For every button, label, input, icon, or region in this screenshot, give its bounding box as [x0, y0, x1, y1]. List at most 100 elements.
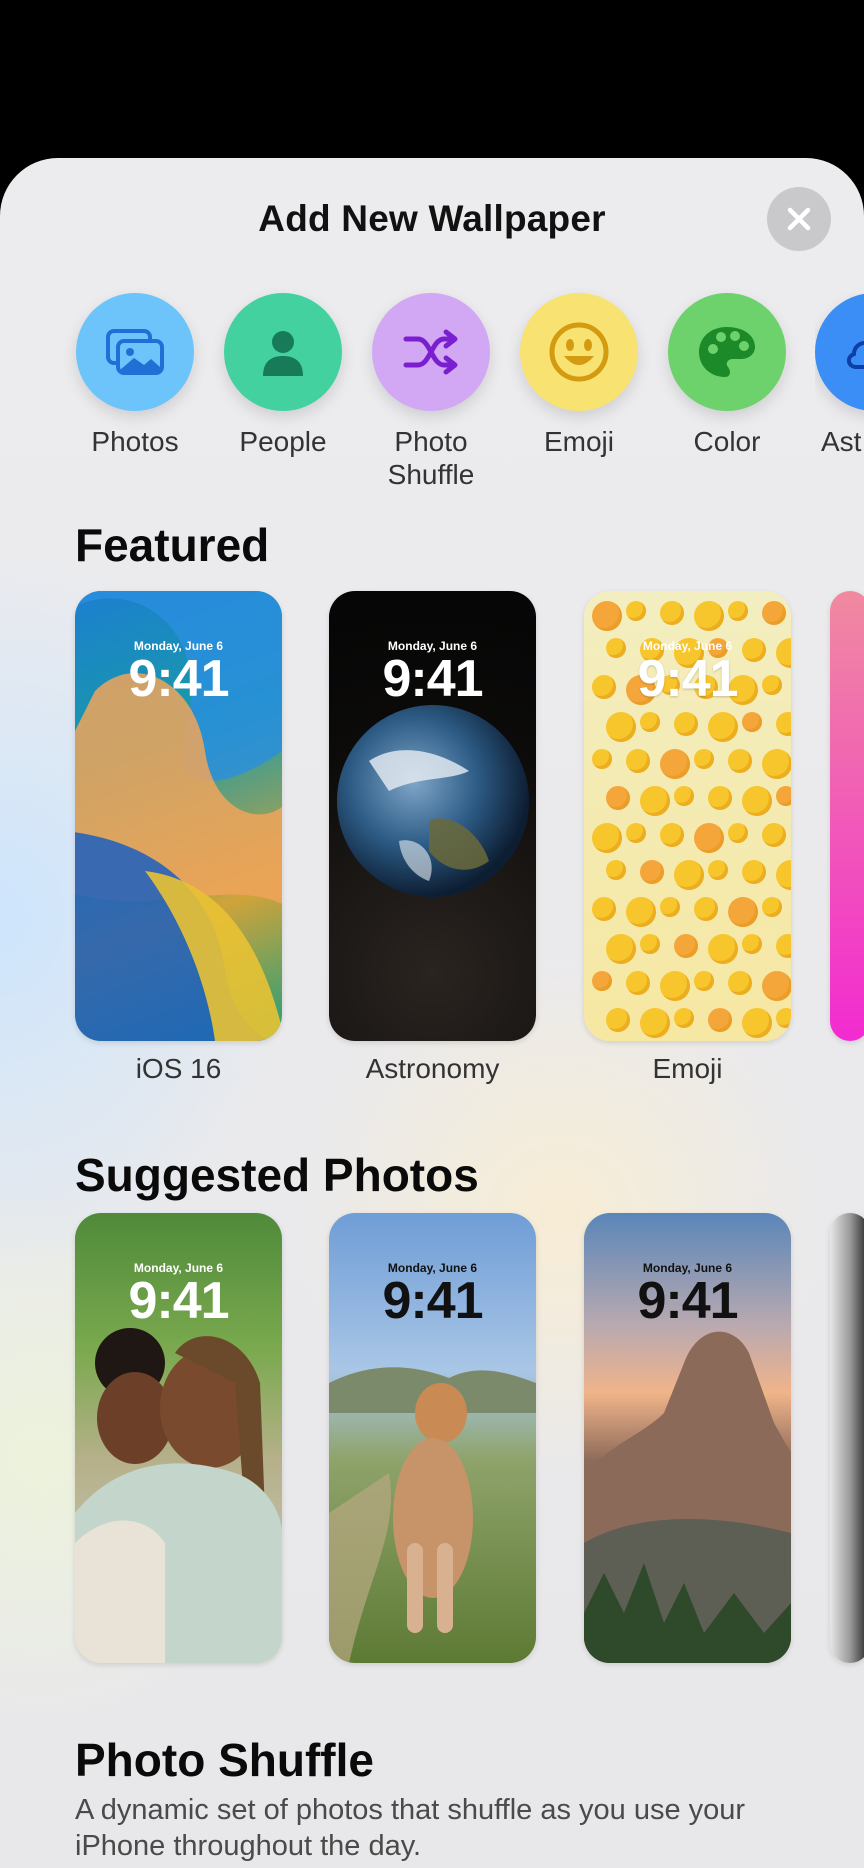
emoji-face-icon [728, 601, 748, 621]
emoji-face-icon [776, 786, 791, 806]
emoji-face-icon [762, 897, 782, 917]
emoji-face-icon [694, 971, 714, 991]
emoji-face-icon [708, 712, 738, 742]
emoji-face-icon [674, 860, 704, 890]
wallpaper-caption: iOS 16 [135, 1053, 222, 1084]
wallpaper-astronomy[interactable]: Monday, June 6 9:41 [329, 591, 536, 1041]
category-people[interactable]: People [223, 293, 343, 458]
shuffle-icon [372, 293, 490, 411]
category-color[interactable]: Color [667, 293, 787, 458]
emoji-face-icon [660, 749, 690, 779]
emoji-face-icon [742, 934, 762, 954]
featured-heading: Featured [75, 519, 270, 571]
emoji-face-icon [640, 1008, 670, 1038]
emoji-face-icon [742, 712, 762, 732]
lock-time: 9:41 [128, 650, 229, 708]
emoji-face-icon [694, 601, 724, 631]
emoji-face-icon [674, 934, 698, 958]
category-emoji[interactable]: Emoji [519, 293, 639, 458]
wallpaper-emoji[interactable]: Monday, June 6 9:41 [584, 591, 791, 1041]
emoji-face-icon [606, 712, 636, 742]
emoji-face-icon [776, 934, 791, 958]
wallpaper-partial[interactable] [830, 591, 864, 1041]
photo-shuffle-heading: Photo Shuffle [75, 1734, 374, 1786]
lock-time: 9:41 [128, 1272, 229, 1330]
emoji-face-icon [626, 897, 656, 927]
wallpaper-caption: Emoji [652, 1053, 723, 1084]
emoji-face-icon [606, 786, 630, 810]
emoji-face-icon [674, 1008, 694, 1028]
palette-icon [668, 293, 786, 411]
sheet-title: Add New Wallpaper [258, 198, 606, 239]
emoji-face-icon [606, 1008, 630, 1032]
emoji-face-icon [640, 934, 660, 954]
category-label: Emoji [543, 426, 614, 457]
close-button[interactable] [767, 187, 831, 251]
wallpaper-ios16[interactable]: Monday, June 6 9:41 [75, 591, 282, 1041]
lock-time: 9:41 [382, 1272, 483, 1330]
emoji-face-icon [626, 749, 650, 773]
emoji-face-icon [762, 823, 786, 847]
emoji-face-icon [626, 971, 650, 995]
add-wallpaper-sheet: Add New Wallpaper Photos People Photo Sh… [0, 158, 864, 1868]
category-label: People [239, 426, 327, 457]
category-label: Photos [91, 426, 179, 457]
suggested-heading: Suggested Photos [75, 1149, 479, 1201]
emoji-face-icon [592, 601, 622, 631]
emoji-face-icon [708, 1008, 732, 1032]
photo-shuffle-description: A dynamic set of photos that shuffle as … [75, 1794, 746, 1862]
emoji-face-icon [742, 1008, 772, 1038]
category-photo-shuffle[interactable]: Photo Shuffle [371, 293, 491, 491]
suggested-photo-people[interactable]: Monday, June 6 9:41 [75, 1213, 282, 1663]
cloud-icon [815, 293, 864, 411]
category-label: Ast [821, 426, 862, 457]
emoji-face-icon [660, 601, 684, 625]
person-icon [224, 293, 342, 411]
emoji-face-icon [592, 971, 612, 991]
emoji-face-icon [592, 823, 622, 853]
emoji-face-icon [762, 601, 786, 625]
emoji-face-icon [674, 712, 698, 736]
suggested-photo-partial[interactable] [830, 1213, 864, 1663]
lock-time: 9:41 [637, 1272, 738, 1330]
emoji-face-icon [640, 786, 670, 816]
emoji-face-icon [694, 897, 718, 921]
emoji-face-icon [606, 860, 626, 880]
category-label: Photo Shuffle [387, 426, 475, 490]
emoji-face-icon [742, 786, 772, 816]
emoji-face-icon [626, 601, 646, 621]
emoji-face-icon [694, 823, 724, 853]
emoji-face-icon [660, 823, 684, 847]
emoji-face-icon [694, 749, 714, 769]
lock-time: 9:41 [637, 650, 738, 708]
emoji-face-icon [640, 860, 664, 884]
emoji-face-icon [708, 786, 732, 810]
emoji-face-icon [776, 1008, 791, 1028]
close-icon [787, 207, 811, 231]
photos-icon [76, 293, 194, 411]
category-astronomy[interactable]: Ast [815, 293, 864, 458]
emoji-face-icon [660, 897, 680, 917]
emoji-face-icon [626, 823, 646, 843]
suggested-photo-dog[interactable]: Monday, June 6 9:41 [329, 1213, 536, 1663]
lock-time: 9:41 [382, 650, 483, 708]
emoji-face-icon [640, 712, 660, 732]
emoji-face-icon [728, 971, 752, 995]
emoji-face-icon [708, 934, 738, 964]
emoji-face-icon [728, 897, 758, 927]
emoji-face-icon [742, 860, 766, 884]
emoji-face-icon [660, 971, 690, 1001]
emoji-face-icon [762, 749, 791, 779]
suggested-photo-halfdome[interactable]: Monday, June 6 9:41 [584, 1213, 791, 1663]
wallpaper-caption: Astronomy [365, 1053, 500, 1084]
emoji-face-icon [592, 749, 612, 769]
emoji-face-icon [674, 786, 694, 806]
emoji-face-icon [592, 897, 616, 921]
emoji-face-icon [776, 860, 791, 890]
category-photos[interactable]: Photos [75, 293, 195, 458]
category-label: Color [693, 426, 761, 457]
emoji-face-icon [606, 934, 636, 964]
emoji-face-icon [708, 860, 728, 880]
smiley-icon [520, 293, 638, 411]
emoji-face-icon [776, 712, 791, 736]
